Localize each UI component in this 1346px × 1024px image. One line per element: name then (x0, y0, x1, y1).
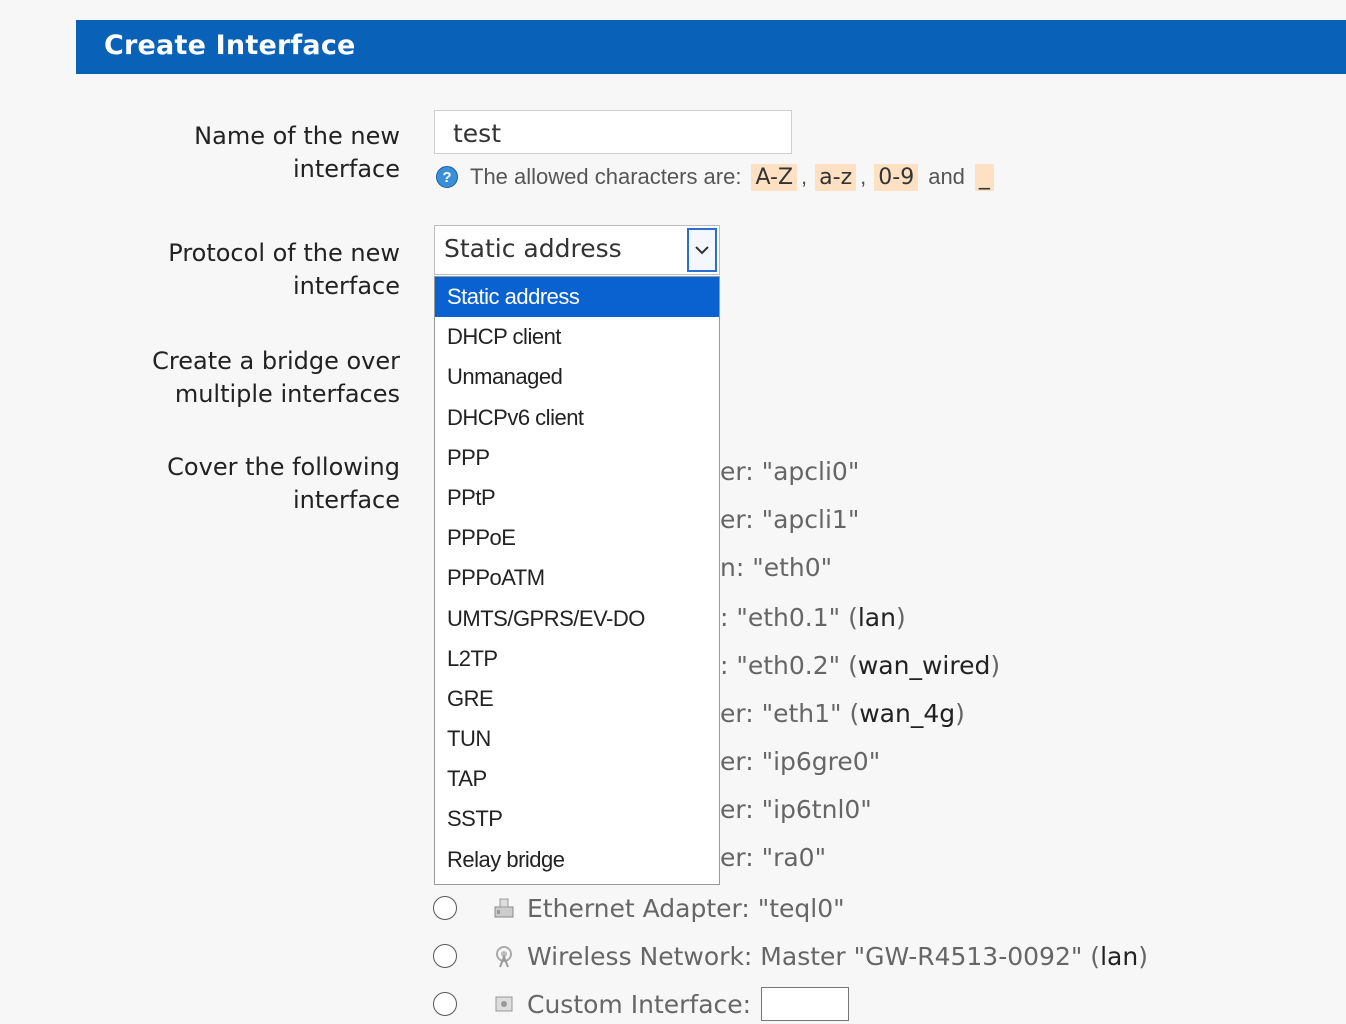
interface-option: er: "apcli1" (720, 505, 860, 534)
protocol-option-pptp[interactable]: PPtP (435, 478, 719, 518)
page-title: Create Interface (104, 30, 356, 61)
interface-radio[interactable] (433, 896, 457, 920)
protocol-option-relay-bridge[interactable]: Relay bridge (435, 840, 719, 880)
interface-option-teql0[interactable]: Ethernet Adapter: "teql0" (433, 888, 845, 928)
help-icon: ? (436, 166, 458, 188)
allowed-characters-hint: ? The allowed characters are: A-Z, a-z, … (436, 162, 996, 192)
interface-label: Wireless Network: Master "GW-R4513-0092"… (527, 941, 1101, 971)
chevron-down-icon[interactable] (687, 228, 717, 272)
interface-radio[interactable] (433, 944, 457, 968)
protocol-selected-value: Static address (444, 234, 622, 263)
interface-option-wireless[interactable]: Wireless Network: Master "GW-R4513-0092"… (433, 936, 1148, 976)
custom-interface-icon (491, 991, 517, 1017)
interface-option: : "eth0.2" (wan_wired) (720, 651, 1001, 680)
wireless-icon (491, 943, 517, 969)
protocol-option-l2tp[interactable]: L2TP (435, 639, 719, 679)
protocol-option-unmanaged[interactable]: Unmanaged (435, 357, 719, 397)
interface-name-input[interactable]: test (434, 110, 792, 154)
cover-interface-label: Cover the following interface (167, 453, 400, 514)
protocol-option-tun[interactable]: TUN (435, 719, 719, 759)
hint-code-underscore: _ (974, 163, 994, 191)
protocol-option-ppp[interactable]: PPP (435, 438, 719, 478)
interface-label: Ethernet Adapter: "teql0" (527, 893, 845, 923)
interface-option: n: "eth0" (720, 553, 833, 582)
interface-option: : "eth0.1" (lan) (720, 603, 906, 632)
bridge-label: Create a bridge over multiple interfaces (152, 347, 400, 408)
interface-option: er: "ip6gre0" (720, 747, 881, 776)
interface-option: er: "ra0" (720, 843, 827, 872)
protocol-option-gre[interactable]: GRE (435, 679, 719, 719)
hint-code-az-upper: A-Z (751, 163, 798, 191)
interface-option: er: "eth1" (wan_4g) (720, 699, 965, 728)
protocol-select[interactable]: Static address (434, 225, 720, 275)
panel-header: Create Interface (76, 20, 1346, 74)
protocol-option-sstp[interactable]: SSTP (435, 799, 719, 839)
ethernet-adapter-icon (491, 895, 517, 921)
protocol-option-pppoe[interactable]: PPPoE (435, 518, 719, 558)
interface-option: er: "ip6tnl0" (720, 795, 872, 824)
protocol-option-static[interactable]: Static address (435, 277, 719, 318)
protocol-option-umts[interactable]: UMTS/GPRS/EV-DO (435, 599, 719, 639)
protocol-option-tap[interactable]: TAP (435, 759, 719, 799)
network-name: wan_4g (859, 699, 956, 728)
network-name: wan_wired (857, 651, 991, 680)
protocol-option-dhcp[interactable]: DHCP client (435, 317, 719, 357)
interface-label: Custom Interface: (527, 989, 752, 1019)
interface-option: er: "apcli0" (720, 457, 860, 486)
interface-option-custom[interactable]: Custom Interface: (433, 984, 850, 1024)
hint-and: and (928, 164, 965, 189)
network-name: lan (857, 603, 896, 632)
hint-text: The allowed characters are: (470, 164, 742, 189)
interface-radio[interactable] (433, 992, 457, 1016)
protocol-dropdown-list[interactable]: Static address DHCP client Unmanaged DHC… (434, 276, 720, 885)
custom-interface-input[interactable] (761, 987, 850, 1021)
protocol-label: Protocol of the new interface (168, 239, 400, 300)
protocol-option-pppoatm[interactable]: PPPoATM (435, 558, 719, 598)
hint-code-digits: 0-9 (874, 163, 919, 191)
network-name: lan (1100, 941, 1139, 971)
name-label: Name of the new interface (194, 122, 400, 183)
hint-code-az-lower: a-z (815, 163, 857, 191)
protocol-option-dhcpv6[interactable]: DHCPv6 client (435, 398, 719, 438)
